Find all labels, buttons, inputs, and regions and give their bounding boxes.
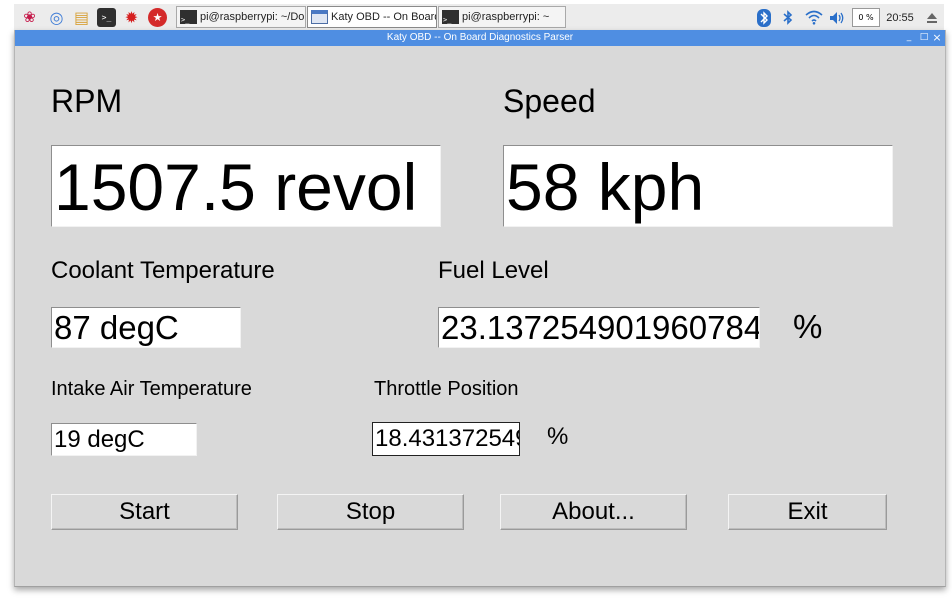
throttle-position-label: Throttle Position [374,378,519,400]
taskbar: ❀ ◎ ▤ >_ ✹ ★ >_ pi@raspberrypi: ~/Do... … [14,4,944,31]
task-label: Katy OBD -- On Board... [331,11,436,23]
raspberry-menu-icon[interactable]: ❀ [20,8,39,27]
taskbar-task-terminal-documents[interactable]: >_ pi@raspberrypi: ~/Do... [176,6,306,28]
start-button[interactable]: Start [51,494,238,530]
close-icon[interactable]: × [931,31,943,44]
web-browser-icon[interactable]: ◎ [47,8,66,27]
task-label: pi@raspberrypi: ~ [462,11,550,23]
fuel-level-field[interactable]: 23.137254901960784 [438,307,760,348]
terminal-icon: >_ [442,10,459,24]
cpu-usage-label: 0 % [858,13,874,22]
exit-button[interactable]: Exit [728,494,887,530]
stop-button[interactable]: Stop [277,494,464,530]
throttle-position-unit: % [547,423,569,450]
cpu-monitor: 0 % [852,8,880,27]
minimize-icon[interactable]: _ [903,31,915,44]
speed-field[interactable]: 58 kph [503,145,893,227]
taskbar-task-katy-obd[interactable]: Katy OBD -- On Board... [307,6,437,28]
app-window: Katy OBD -- On Board Diagnostics Parser … [14,30,946,587]
eject-icon[interactable] [924,8,940,27]
wolfram-icon[interactable]: ★ [148,8,167,27]
bluetooth-icon[interactable] [780,8,796,27]
bluetooth-icon[interactable] [756,8,772,27]
fuel-level-label: Fuel Level [438,257,549,284]
task-label: pi@raspberrypi: ~/Do... [200,11,306,23]
volume-icon[interactable] [828,8,846,27]
wifi-icon[interactable] [804,8,824,27]
maximize-icon[interactable]: □ [918,31,930,44]
about-button[interactable]: About... [500,494,687,530]
window-icon [311,10,328,24]
throttle-position-field[interactable]: 18.431372549019606 [372,422,520,456]
rpm-label: RPM [51,83,123,119]
terminal-icon: >_ [180,10,197,24]
terminal-icon[interactable]: >_ [97,8,116,27]
rpm-field[interactable]: 1507.5 revol [51,145,441,227]
speed-label: Speed [503,83,596,119]
file-manager-icon[interactable]: ▤ [72,8,91,27]
intake-air-temperature-label: Intake Air Temperature [51,378,252,400]
title-bar[interactable]: Katy OBD -- On Board Diagnostics Parser … [15,30,945,46]
math-kernel-icon[interactable]: ✹ [122,8,141,27]
taskbar-task-terminal-home[interactable]: >_ pi@raspberrypi: ~ [438,6,566,28]
clock[interactable]: 20:55 [884,8,916,27]
window-title: Katy OBD -- On Board Diagnostics Parser [386,32,574,43]
fuel-level-unit: % [793,308,823,345]
coolant-temperature-field[interactable]: 87 degC [51,307,241,348]
coolant-temperature-label: Coolant Temperature [51,257,275,284]
intake-air-temperature-field[interactable]: 19 degC [51,423,197,456]
